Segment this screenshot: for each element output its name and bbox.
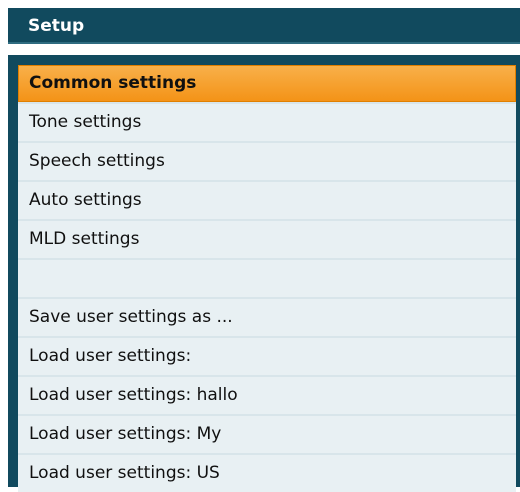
menu-item-mld-settings[interactable]: MLD settings (18, 221, 516, 258)
menu-item-load-user-settings-us[interactable]: Load user settings: US (18, 455, 516, 492)
menu-item-speech-settings[interactable]: Speech settings (18, 143, 516, 180)
menu-item-empty (18, 260, 516, 297)
settings-list: Common settings Tone settings Speech set… (18, 65, 516, 492)
menu-item-common-settings[interactable]: Common settings (18, 65, 516, 102)
page-title: Setup (28, 16, 85, 36)
settings-list-frame: Common settings Tone settings Speech set… (8, 55, 520, 492)
menu-item-tone-settings[interactable]: Tone settings (18, 104, 516, 141)
menu-item-load-user-settings-hallo[interactable]: Load user settings: hallo (18, 377, 516, 414)
menu-item-load-user-settings-my[interactable]: Load user settings: My (18, 416, 516, 453)
setup-panel: Setup Common settings Tone settings Spee… (0, 0, 520, 492)
menu-item-auto-settings[interactable]: Auto settings (18, 182, 516, 219)
menu-item-save-user-settings[interactable]: Save user settings as ... (18, 299, 516, 336)
menu-item-load-user-settings[interactable]: Load user settings: (18, 338, 516, 375)
title-bar: Setup (8, 8, 520, 44)
